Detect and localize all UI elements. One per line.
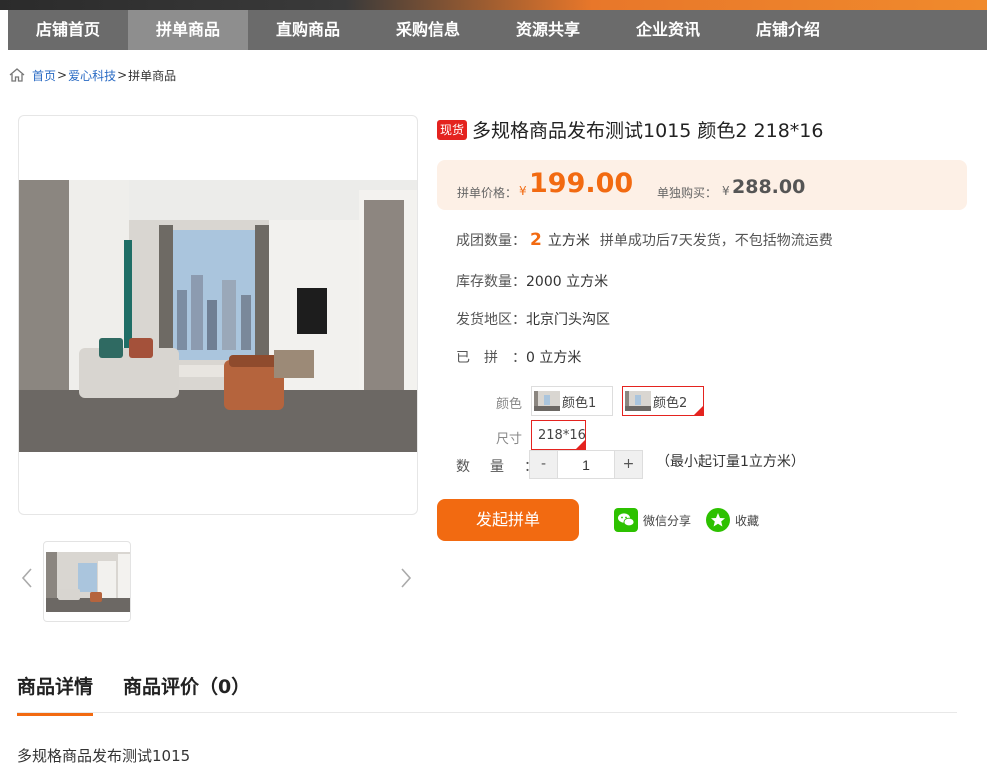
breadcrumb-current: 拼单商品 [128,68,177,83]
top-accent-stripe [0,0,987,10]
size-option-label-text: 218*16 [538,427,586,443]
tab-product-reviews[interactable]: 商品评价（0） [123,672,250,716]
wechat-share-label: 微信分享 [643,513,692,528]
nav-item-shop-intro[interactable]: 店铺介绍 [728,10,848,50]
stock-label: 库存数量： [456,274,526,290]
stock-value: 2000 立方米 [526,274,609,290]
tab-product-details[interactable]: 商品详情 [17,672,94,716]
group-price-label: 拼单价格： [457,186,518,200]
favorite-label: 收藏 [735,513,760,528]
nav-item-purchase-info[interactable]: 采购信息 [368,10,488,50]
group-qty-label: 成团数量： [456,233,526,249]
breadcrumb-home-link[interactable]: 首页 [32,67,56,84]
solo-price-currency: ¥ [722,184,730,198]
min-order-note: （最小起订量1立方米） [656,454,805,470]
product-thumbnail[interactable] [43,541,131,622]
ship-from-value: 北京门头沟区 [526,312,610,328]
breadcrumb-separator: > [117,68,128,82]
breadcrumb-shop-link[interactable]: 爱心科技 [68,67,116,84]
quantity-input[interactable] [557,451,615,478]
start-group-button[interactable]: 发起拼单 [437,499,579,541]
color-option-label: 颜色 [496,397,523,412]
group-qty-row: 成团数量： 2 立方米 拼单成功后7天发货，不包括物流运费 [456,230,833,250]
living-room-thumbnail [46,552,130,612]
product-detail-text: 多规格商品发布测试1015 [17,747,191,765]
quantity-increment-button[interactable]: + [615,451,642,478]
wechat-icon [614,508,638,532]
color-option-1-label: 颜色1 [562,395,597,411]
star-icon [706,508,730,532]
grouped-row: 已 拼 ：0 立方米 [456,347,581,367]
ship-from-label: 发货地区： [456,312,526,328]
tab-divider [17,712,957,713]
product-title: 多规格商品发布测试1015 颜色2 218*16 [472,120,824,142]
favorite-button[interactable]: 收藏 [706,508,759,532]
size-option-218x16[interactable]: 218*16 [531,420,586,450]
group-qty-unit: 立方米 [547,233,590,249]
quantity-decrement-button[interactable]: - [530,451,557,478]
chevron-left-icon[interactable] [19,566,35,590]
detail-tabs: 商品详情 商品评价（0） [17,672,280,716]
living-room-photo [19,180,417,452]
quantity-stepper: - + [529,450,643,479]
price-panel: 拼单价格： ¥ 199.00 单独购买： ¥ 288.00 [437,160,967,210]
nav-item-direct-products[interactable]: 直购商品 [248,10,368,50]
ship-from-row: 发货地区：北京门头沟区 [456,309,610,329]
group-price-currency: ¥ [519,184,527,198]
solo-price-value: 288.00 [732,176,806,198]
shipping-note: 拼单成功后7天发货，不包括物流运费 [599,233,833,249]
group-qty-value: 2 [530,230,542,250]
color-option-2[interactable]: 颜色2 [622,386,704,416]
stock-row: 库存数量：2000 立方米 [456,271,608,291]
breadcrumb-separator: > [57,68,68,82]
color-swatch-thumbnail [534,391,560,411]
grouped-value: 0 立方米 [526,350,582,366]
color-swatch-thumbnail [625,391,651,411]
breadcrumb: 首页 > 爱心科技 > 拼单商品 [8,66,176,84]
color-option-2-label: 颜色2 [653,395,688,411]
product-main-image[interactable] [18,115,418,515]
nav-item-company-news[interactable]: 企业资讯 [608,10,728,50]
group-price-value: 199.00 [529,168,634,199]
shop-nav: 店铺首页 拼单商品 直购商品 采购信息 资源共享 企业资讯 店铺介绍 [8,10,987,50]
grouped-label: 已 拼 ： [456,350,526,366]
color-option-1[interactable]: 颜色1 [531,386,613,416]
product-title-row: 现货 多规格商品发布测试1015 颜色2 218*16 [437,116,823,143]
size-option-label: 尺寸 [496,432,523,447]
nav-item-resource-share[interactable]: 资源共享 [488,10,608,50]
in-stock-badge: 现货 [437,119,468,140]
nav-item-group-products[interactable]: 拼单商品 [128,10,248,50]
chevron-right-icon[interactable] [398,566,414,590]
home-icon [9,68,25,82]
wechat-share-button[interactable]: 微信分享 [614,508,691,532]
solo-price-label: 单独购买： [657,186,718,200]
nav-item-home[interactable]: 店铺首页 [8,10,128,50]
